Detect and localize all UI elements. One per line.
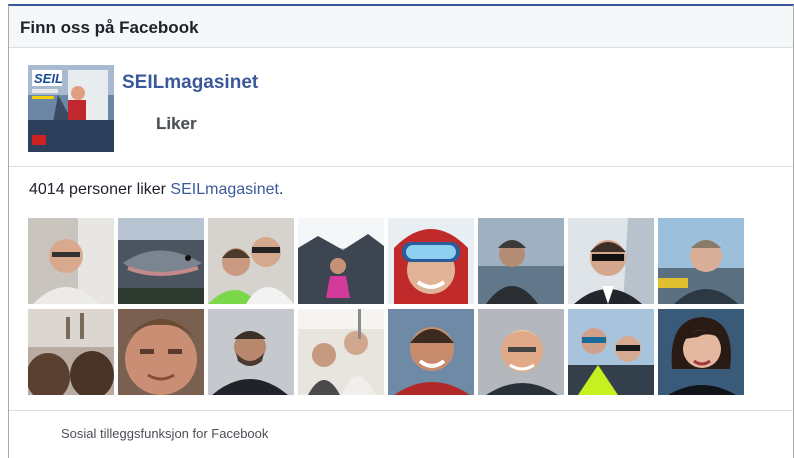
face-men-boat-icon[interactable] xyxy=(298,309,384,395)
face-woman-portrait-icon[interactable] xyxy=(658,309,744,395)
widget-title: Finn oss på Facebook xyxy=(9,6,793,48)
page-name-link[interactable]: SEILmagasinet xyxy=(122,72,258,94)
face-man-sunglasses-icon[interactable] xyxy=(568,218,654,304)
page-name-link-inline[interactable]: SEILmagasinet xyxy=(170,181,279,198)
page-info: SEIL SEILmagasinet Liker xyxy=(9,48,793,167)
magazine-cover-thumbnail-icon[interactable]: SEIL xyxy=(28,65,114,152)
face-man-harbor-icon[interactable] xyxy=(658,218,744,304)
like-count-suffix: . xyxy=(278,181,284,198)
face-man-glasses-icon[interactable] xyxy=(28,218,114,304)
face-man-closeup-icon[interactable] xyxy=(118,309,204,395)
fish-photo-icon[interactable] xyxy=(118,218,204,304)
face-woman-rocks-icon[interactable] xyxy=(298,218,384,304)
footer-divider xyxy=(9,410,793,411)
face-women-sunglasses-icon[interactable] xyxy=(568,309,654,395)
face-man-blond-icon[interactable] xyxy=(478,309,564,395)
like-count: 4014 personer liker SEILmagasinet. xyxy=(29,181,283,199)
like-button[interactable]: Liker xyxy=(156,114,197,134)
face-man-beard-icon[interactable] xyxy=(208,309,294,395)
svg-text:SEIL: SEIL xyxy=(34,71,63,86)
face-blurry-people-icon[interactable] xyxy=(28,309,114,395)
facebook-page-plugin: Finn oss på Facebook SEIL SEILmagasinet … xyxy=(8,4,794,458)
like-count-text: 4014 personer liker xyxy=(29,181,171,198)
face-woman-ski-goggles-icon[interactable] xyxy=(388,218,474,304)
face-man-smiling-icon[interactable] xyxy=(388,309,474,395)
face-man-sea-icon[interactable] xyxy=(478,218,564,304)
footer-plugin-link[interactable]: Sosial tilleggsfunksjon for Facebook xyxy=(61,426,268,441)
face-two-men-icon[interactable] xyxy=(208,218,294,304)
